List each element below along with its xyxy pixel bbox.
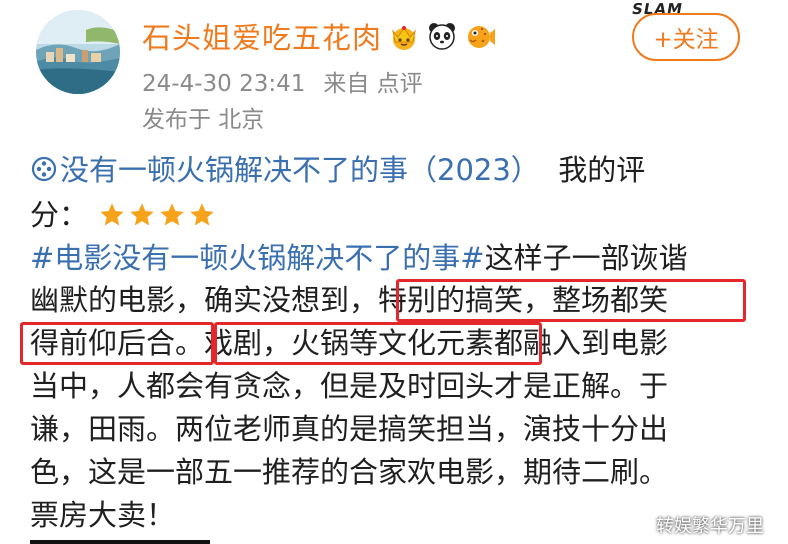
review-line-5: 得前仰后合。戏剧，火锅等文化元素都融入到电影 xyxy=(30,323,668,363)
avatar[interactable] xyxy=(36,10,120,94)
username[interactable]: 石头姐爱吃五花肉 xyxy=(142,15,382,57)
film-reel-icon xyxy=(30,153,58,182)
review-text: 幽默的电影，确实没想到， xyxy=(30,283,379,317)
review-line-9: 票房大卖！ xyxy=(30,498,176,532)
pufferfish-badge-icon xyxy=(464,20,496,52)
rating-stars xyxy=(98,199,218,239)
review-line-1: 没有一顿火锅解决不了的事（2023） 我的评 xyxy=(30,150,645,190)
review-line-6: 当中，人都会有贪念，但是及时回头才是正解。于 xyxy=(30,369,669,403)
highlighted-text-1: 特别的搞笑，整场都笑 xyxy=(378,283,669,317)
bottom-edge-bar xyxy=(30,540,210,544)
review-text: 都融入到电影 xyxy=(494,326,669,360)
avatar-image xyxy=(36,10,120,94)
rating-label: 我的评 xyxy=(558,153,646,187)
review-line-7: 谦，田雨。两位老师真的是搞笑担当，演技十分出 xyxy=(30,412,669,446)
post-time: 24-4-30 23:41 xyxy=(142,71,306,97)
hashtag-link[interactable]: #电影没有一顿火锅解决不了的事# xyxy=(30,241,485,275)
follow-button[interactable]: +关注 xyxy=(632,13,740,61)
star-icon xyxy=(98,199,126,227)
crown-badge-icon xyxy=(388,20,420,52)
star-icon xyxy=(128,199,156,227)
review-line-4: 幽默的电影，确实没想到，特别的搞笑，整场都笑 xyxy=(30,280,668,320)
highlighted-text-2: 得前仰后合。 xyxy=(30,326,205,360)
post-source: 来自 点评 xyxy=(323,71,423,97)
review-text: 这样子一部诙谐 xyxy=(484,241,688,275)
rating-label-cont: 分： xyxy=(30,198,89,232)
highlighted-text-3: 戏剧，火锅等文化元素 xyxy=(204,326,495,360)
watermark: 转娱繁华万里 xyxy=(656,516,764,537)
post-location: 发布于 北京 xyxy=(142,107,265,133)
post-meta: 24-4-30 23:41 来自 点评 xyxy=(142,64,423,98)
review-line-8: 色，这是一部五一推荐的合家欢电影，期待二刷。 xyxy=(30,455,669,489)
movie-title: 没有一顿火锅解决不了的事（2023） xyxy=(60,153,540,187)
movie-link[interactable]: 没有一顿火锅解决不了的事（2023） xyxy=(30,153,540,187)
star-icon xyxy=(188,199,216,227)
review-line-3: #电影没有一顿火锅解决不了的事#这样子一部诙谐 xyxy=(30,238,688,278)
panda-badge-icon xyxy=(426,20,458,52)
review-line-2: 分： xyxy=(30,195,218,235)
star-icon xyxy=(158,199,186,227)
username-row: 石头姐爱吃五花肉 xyxy=(142,14,496,58)
